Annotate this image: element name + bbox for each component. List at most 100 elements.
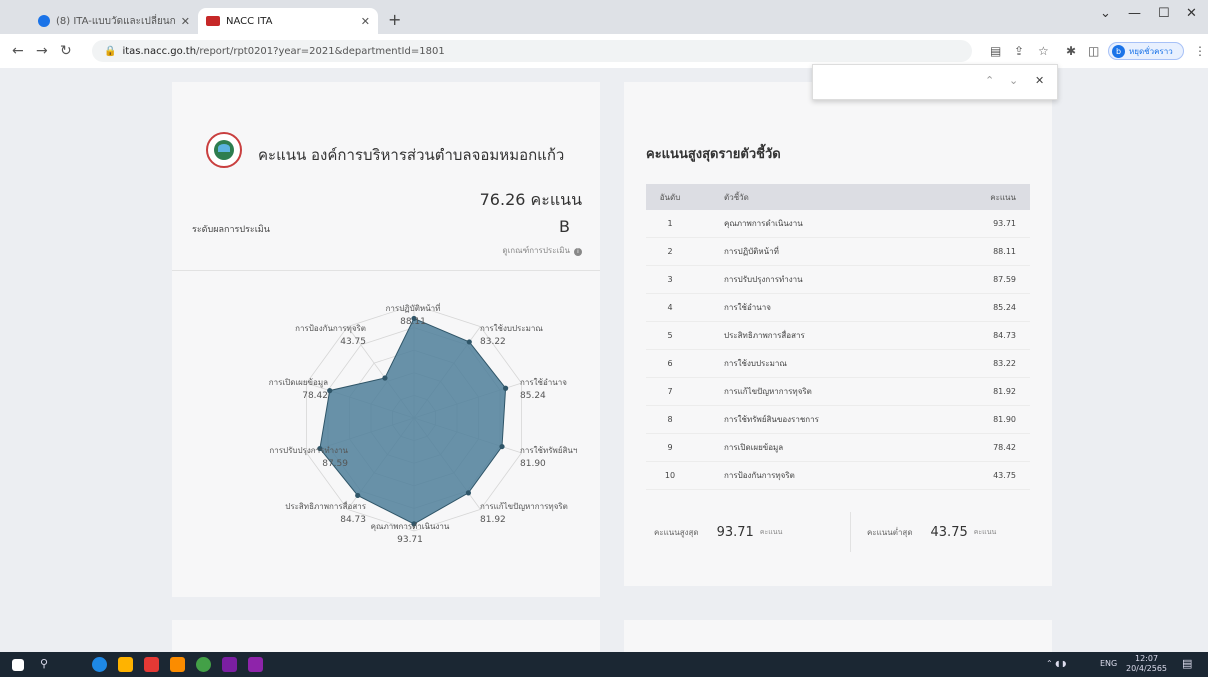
min-score-summary: คะแนนต่ำสุด 43.75 คะแนน <box>850 512 996 552</box>
row-rank: 4 <box>667 303 673 312</box>
radar-point <box>355 492 361 499</box>
radar-label-corruption-fix: การแก้ไขปัญหาการทุจริต 81.92 <box>480 502 568 525</box>
bookmark-star-icon[interactable]: ☆ <box>1038 44 1049 58</box>
back-arrow-icon[interactable]: ← <box>12 43 24 59</box>
profile-label: หยุดชั่วคราว <box>1129 46 1173 56</box>
score-card: คะแนน องค์การบริหารส่วนตำบลจอมหมอกแก้ว 7… <box>172 82 600 597</box>
radar-label-duty: การปฏิบัติหน้าที่ 88.11 <box>385 304 441 327</box>
min-score-value: 43.75 <box>930 524 968 540</box>
info-icon: i <box>574 248 582 256</box>
browser-tab-nacc-ita[interactable]: NACC ITA ✕ <box>198 8 378 34</box>
row-score: 85.24 <box>993 303 1016 312</box>
table-row: 5 ประสิทธิภาพการสื่อสาร 84.73 <box>646 322 1030 350</box>
side-panel-icon[interactable]: ◫ <box>1088 44 1099 58</box>
grade-badge: B <box>559 217 570 236</box>
radar-label-communication: ประสิทธิภาพการสื่อสาร 84.73 <box>285 502 366 525</box>
windows-taskbar: ⚲ ⌃ ◖ ◗ ENG 12:07 20/4/2565 ▤ <box>0 652 1208 677</box>
page-content: คะแนน องค์การบริหารส่วนตำบลจอมหมอกแก้ว 7… <box>0 68 1208 652</box>
table-row: 9 การเปิดเผยข้อมูล 78.42 <box>646 434 1030 462</box>
ranking-title: คะแนนสูงสุดรายตัวชี้วัด <box>646 147 781 162</box>
forward-arrow-icon[interactable]: → <box>36 43 48 59</box>
radar-point <box>499 443 505 450</box>
clock-date: 20/4/2565 <box>1126 664 1168 673</box>
find-previous-icon[interactable]: ⌃ <box>985 74 994 87</box>
table-row: 2 การปฏิบัติหน้าที่ 88.11 <box>646 238 1030 266</box>
table-row: 10 การป้องกันการทุจริต 43.75 <box>646 462 1030 490</box>
reader-mode-icon[interactable]: ▤ <box>990 44 1001 58</box>
row-rank: 6 <box>667 359 673 368</box>
row-score: 87.59 <box>993 275 1016 284</box>
radar-label-quality: คุณภาพการดำเนินงาน 93.71 <box>370 522 450 545</box>
table-row: 6 การใช้งบประมาณ 83.22 <box>646 350 1030 378</box>
lower-card-right <box>624 620 1052 652</box>
tray-icons[interactable]: ⌃ ◖ ◗ <box>1046 659 1066 668</box>
radar-label-assets: การใช้ทรัพย์สินฯ 81.90 <box>520 446 578 469</box>
find-next-icon[interactable]: ⌄ <box>1009 74 1018 87</box>
min-score-label: คะแนนต่ำสุด <box>867 527 913 537</box>
max-score-summary: คะแนนสูงสุด 93.71 คะแนน <box>654 512 782 552</box>
radar-label-authority: การใช้อำนาจ 85.24 <box>520 378 567 401</box>
radar-label-disclosure: การเปิดเผยข้อมูล 78.42 <box>268 378 328 401</box>
close-tab-icon[interactable]: ✕ <box>181 15 190 28</box>
browser-tab-facebook[interactable]: (8) ITA-แบบวัดและเปลี่ยนการทำงาน ✕ <box>30 8 198 34</box>
language-indicator[interactable]: ENG <box>1100 659 1117 668</box>
divider <box>172 270 600 271</box>
notifications-icon[interactable]: ▤ <box>1182 657 1192 670</box>
row-indicator: การใช้ทรัพย์สินของราชการ <box>724 415 819 424</box>
row-score: 84.73 <box>993 331 1016 340</box>
row-rank: 1 <box>667 219 673 228</box>
table-row: 3 การปรับปรุงการทำงาน 87.59 <box>646 266 1030 294</box>
facebook-icon <box>38 15 50 27</box>
onenote-icon-2[interactable] <box>248 657 263 672</box>
radar-point <box>466 339 472 345</box>
table-row: 4 การใช้อำนาจ 85.24 <box>646 294 1030 322</box>
reload-icon[interactable]: ↻ <box>60 43 72 59</box>
onenote-icon[interactable] <box>222 657 237 672</box>
url-path: /report/rpt0201?year=2021&departmentId=1… <box>196 45 445 57</box>
app-icon[interactable] <box>170 657 185 672</box>
table-row: 8 การใช้ทรัพย์สินของราชการ 81.90 <box>646 406 1030 434</box>
nacc-icon <box>206 16 220 26</box>
acrobat-icon[interactable] <box>144 657 159 672</box>
radar-point <box>465 490 472 496</box>
tab-title: NACC ITA <box>226 15 273 27</box>
browser-tab-strip: (8) ITA-แบบวัดและเปลี่ยนการทำงาน ✕ NACC … <box>0 0 1208 34</box>
find-in-page-bar[interactable]: ⌃ ⌄ ✕ <box>812 64 1058 100</box>
min-score-unit: คะแนน <box>973 527 997 536</box>
new-tab-button[interactable]: + <box>388 10 401 29</box>
close-window-button[interactable]: ✕ <box>1186 6 1197 21</box>
max-score-label: คะแนนสูงสุด <box>654 527 699 537</box>
close-tab-icon[interactable]: ✕ <box>361 15 370 28</box>
criteria-link[interactable]: ดูเกณฑ์การประเมิน i <box>502 244 582 257</box>
total-score: 76.26 คะแนน <box>479 190 582 209</box>
row-rank: 2 <box>667 247 673 256</box>
radar-label-budget: การใช้งบประมาณ 83.22 <box>480 324 543 347</box>
profile-button[interactable]: b หยุดชั่วคราว <box>1108 42 1184 60</box>
radar-point <box>382 375 388 381</box>
chrome-icon[interactable] <box>196 657 211 672</box>
lower-card-left <box>172 620 600 652</box>
maximize-button[interactable]: ☐ <box>1158 6 1170 21</box>
row-indicator: ประสิทธิภาพการสื่อสาร <box>724 331 805 340</box>
find-close-icon[interactable]: ✕ <box>1035 74 1044 87</box>
ranking-table: อันดับ ตัวชี้วัด คะแนน 1 คุณภาพการดำเนินง… <box>646 184 1030 490</box>
row-rank: 10 <box>664 471 676 480</box>
extensions-icon[interactable]: ✱ <box>1066 44 1076 58</box>
clock[interactable]: 12:07 20/4/2565 <box>1126 654 1167 674</box>
row-indicator: การใช้อำนาจ <box>724 303 771 312</box>
row-rank: 5 <box>667 331 673 340</box>
row-score: 78.42 <box>993 443 1016 452</box>
menu-kebab-icon[interactable]: ⋮ <box>1194 44 1206 58</box>
search-icon[interactable]: ⚲ <box>40 657 48 670</box>
share-icon[interactable]: ⇪ <box>1014 44 1024 58</box>
windows-start-icon[interactable] <box>12 659 24 671</box>
file-explorer-icon[interactable] <box>118 657 133 672</box>
edge-icon[interactable] <box>92 657 107 672</box>
minimize-button[interactable]: — <box>1128 6 1141 21</box>
header-rank: อันดับ <box>659 192 681 202</box>
address-bar[interactable]: 🔒 itas.nacc.go.th /report/rpt0201?year=2… <box>92 40 972 62</box>
tab-search-chevron-icon[interactable]: ⌄ <box>1100 6 1111 21</box>
max-score-value: 93.71 <box>716 524 754 540</box>
row-score: 88.11 <box>993 247 1016 256</box>
criteria-link-label: ดูเกณฑ์การประเมิน <box>502 246 570 255</box>
